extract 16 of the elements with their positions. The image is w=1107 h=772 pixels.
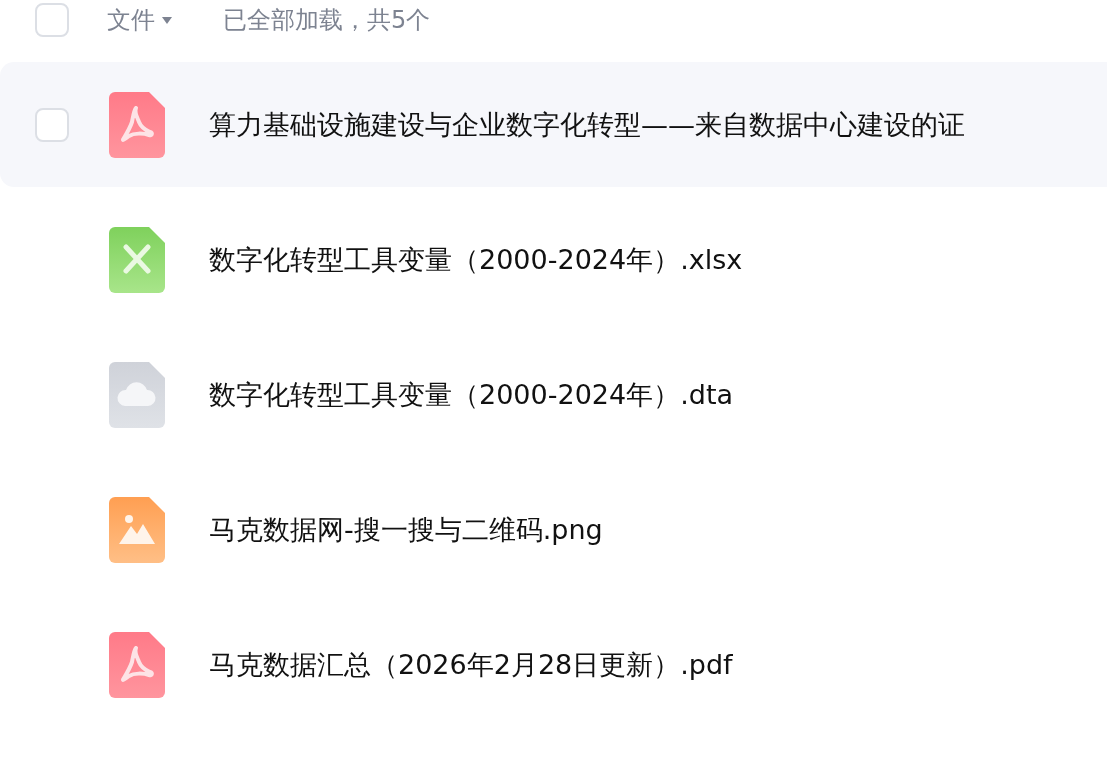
- image-file-icon: [109, 496, 165, 563]
- file-name[interactable]: 算力基础设施建设与企业数字化转型——来自数据中心建设的证: [209, 106, 965, 143]
- file-name[interactable]: 数字化转型工具变量（2000-2024年）.xlsx: [209, 241, 743, 278]
- file-name[interactable]: 数字化转型工具变量（2000-2024年）.dta: [209, 376, 734, 413]
- row-checkbox[interactable]: [35, 107, 69, 142]
- file-row[interactable]: 算力基础设施建设与企业数字化转型——来自数据中心建设的证: [0, 62, 1107, 187]
- cloud-file-icon: [109, 361, 165, 428]
- pdf-file-icon: [109, 631, 165, 698]
- load-status: 已全部加载，共5个: [223, 5, 431, 36]
- file-name[interactable]: 马克数据网-搜一搜与二维码.png: [209, 511, 603, 548]
- file-name[interactable]: 马克数据汇总（2026年2月28日更新）.pdf: [209, 646, 733, 683]
- pdf-file-icon: [109, 91, 165, 158]
- select-all-checkbox[interactable]: [35, 3, 69, 37]
- spreadsheet-file-icon: [109, 226, 165, 293]
- file-column-sort[interactable]: 文件: [107, 4, 173, 36]
- caret-icon: [161, 15, 173, 25]
